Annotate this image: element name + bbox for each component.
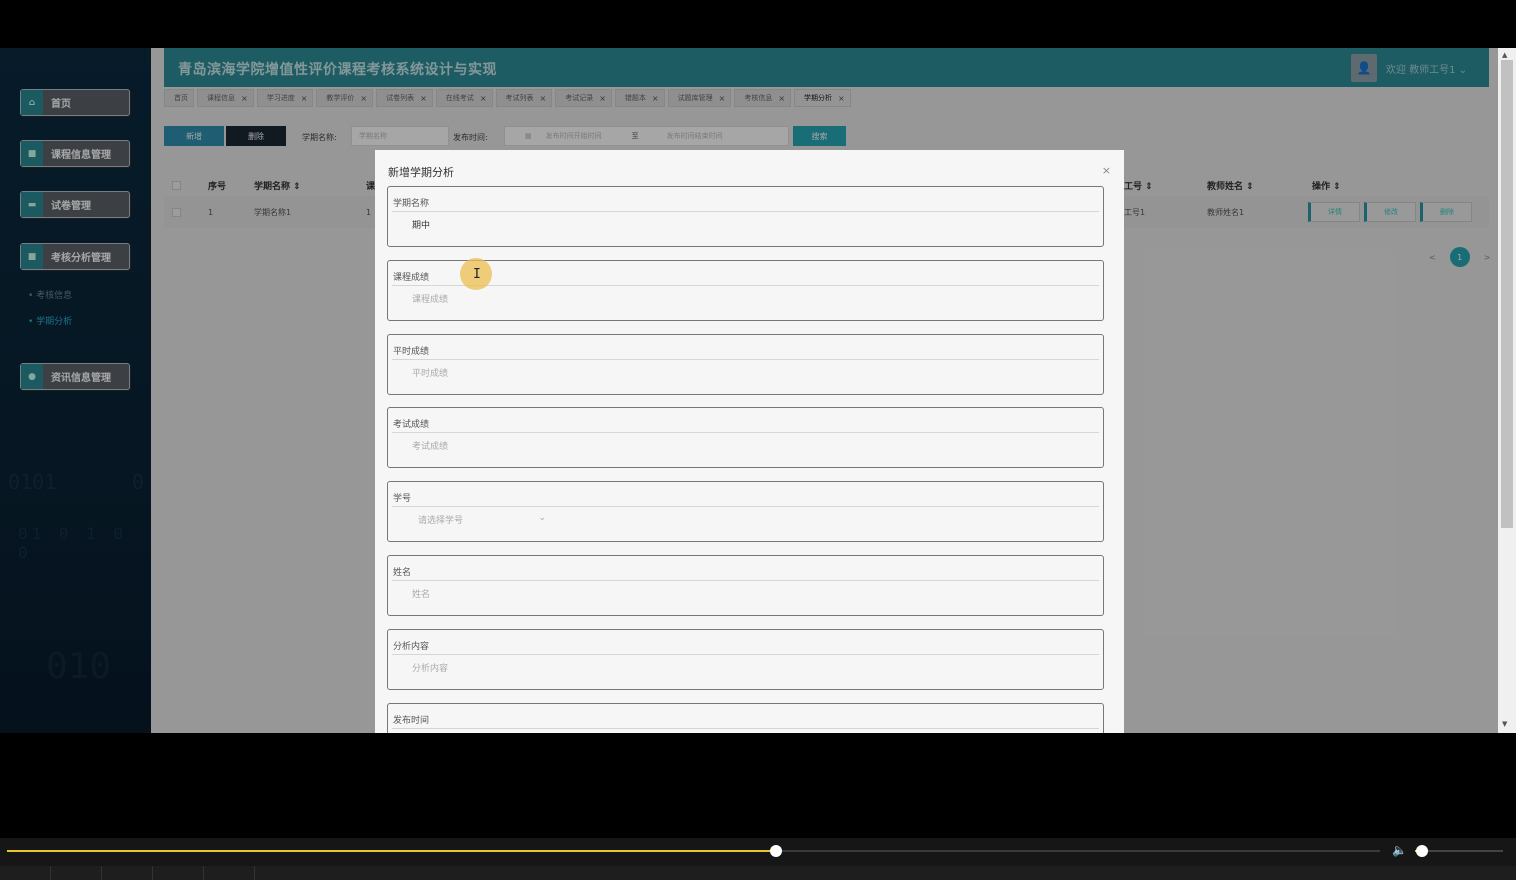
taskbar-slot[interactable] — [153, 866, 204, 880]
scroll-down-icon[interactable]: ▼ — [1502, 720, 1507, 728]
field-divider — [392, 506, 1099, 507]
field-label: 分析内容 — [393, 642, 430, 652]
name-input[interactable]: 姓名 — [412, 587, 430, 600]
volume-slider[interactable] — [1415, 845, 1503, 857]
field-label: 学号 — [393, 494, 412, 504]
close-icon[interactable]: × — [1102, 164, 1111, 177]
field-term-name: 学期名称 期中 — [387, 186, 1104, 247]
exam-score-input[interactable]: 考试成绩 — [412, 439, 448, 452]
field-label: 学期名称 — [393, 199, 430, 209]
seek-handle[interactable] — [769, 845, 782, 857]
page-scrollbar[interactable]: ▲ ▼ — [1498, 48, 1516, 733]
taskbar-slot[interactable] — [51, 866, 102, 880]
add-term-analysis-dialog: 新增学期分析 × 学期名称 期中 课程成绩 课程成绩 平时成绩 平时成绩 考试成… — [375, 150, 1124, 733]
text-cursor-icon: I — [473, 267, 481, 282]
field-label: 发布时间 — [393, 716, 430, 726]
browser-viewport: 0101 0 01 0 1 0 0 010 ⌂ 首页 ■ 课程信息管理 ▬ 试卷… — [0, 48, 1516, 733]
field-divider — [392, 359, 1099, 360]
field-publish-time: 发布时间 — [387, 703, 1104, 733]
term-name-input[interactable]: 期中 — [412, 218, 430, 231]
volume-icon[interactable]: 🔈 — [1392, 843, 1407, 857]
dialog-title: 新增学期分析 — [388, 166, 454, 179]
field-label: 平时成绩 — [393, 347, 430, 357]
analysis-content-input[interactable]: 分析内容 — [412, 661, 448, 674]
field-regular-score: 平时成绩 平时成绩 — [387, 334, 1104, 395]
field-name: 姓名 姓名 — [387, 555, 1104, 616]
field-label: 姓名 — [393, 568, 412, 578]
chevron-down-icon: ⌄ — [538, 513, 546, 523]
field-course-score: 课程成绩 课程成绩 — [387, 260, 1104, 321]
seek-bar[interactable] — [7, 845, 1380, 857]
taskbar — [0, 866, 1516, 880]
field-divider — [392, 580, 1099, 581]
scrollbar-thumb[interactable] — [1501, 60, 1513, 528]
student-id-select[interactable]: 请选择学号 ⌄ — [418, 513, 546, 526]
field-label: 考试成绩 — [393, 420, 430, 430]
volume-handle[interactable] — [1416, 845, 1429, 857]
field-analysis-content: 分析内容 分析内容 — [387, 629, 1104, 690]
field-divider — [392, 654, 1099, 655]
field-divider — [392, 211, 1099, 212]
course-score-input[interactable]: 课程成绩 — [412, 292, 448, 305]
taskbar-slot[interactable] — [102, 866, 153, 880]
taskbar-slot[interactable] — [204, 866, 255, 880]
field-divider — [392, 728, 1099, 729]
field-label: 课程成绩 — [393, 273, 430, 283]
regular-score-input[interactable]: 平时成绩 — [412, 366, 448, 379]
field-student-id: 学号 请选择学号 ⌄ — [387, 481, 1104, 542]
field-divider — [392, 432, 1099, 433]
seek-progress — [7, 850, 776, 852]
taskbar-slot[interactable] — [0, 866, 51, 880]
field-exam-score: 考试成绩 考试成绩 — [387, 407, 1104, 468]
field-divider — [392, 285, 1099, 286]
select-placeholder: 请选择学号 — [418, 516, 464, 526]
scroll-up-icon[interactable]: ▲ — [1502, 51, 1507, 59]
